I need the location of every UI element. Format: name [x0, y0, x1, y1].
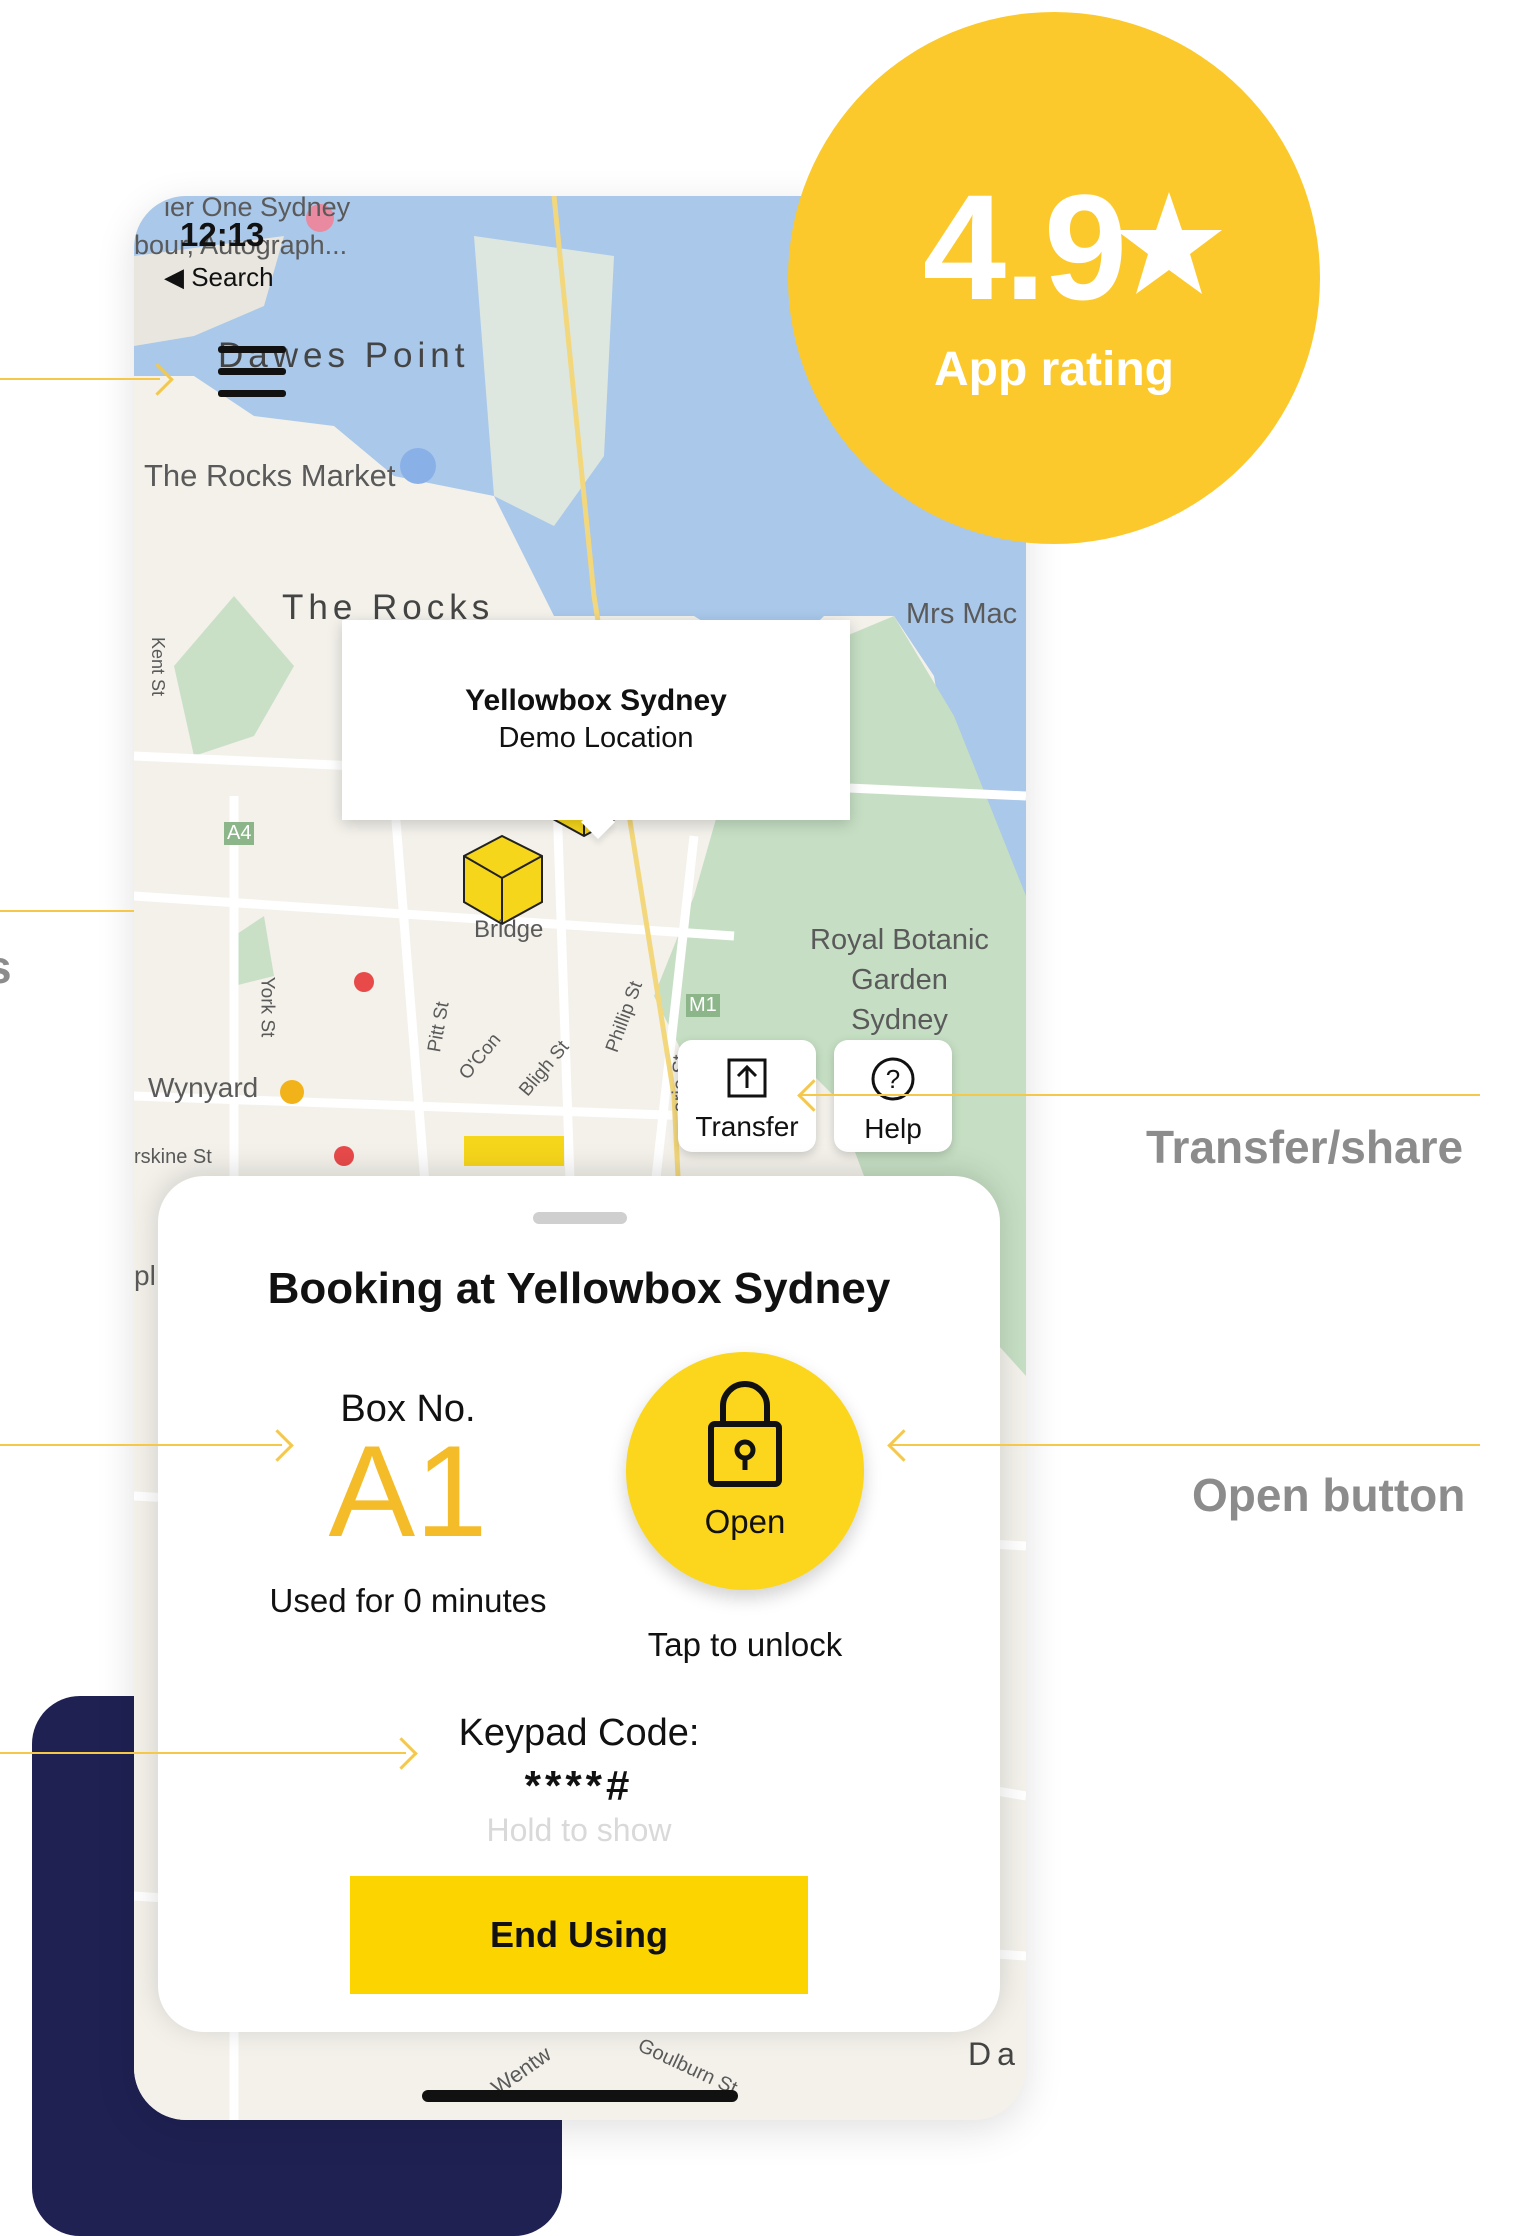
back-to-search[interactable]: ◀ Search [164, 262, 274, 293]
map-label: Wynyard [148, 1072, 259, 1103]
annotation-line [0, 910, 134, 912]
annotation-line [0, 378, 160, 380]
map-label: Kent St [148, 636, 169, 697]
annotation-line [800, 1094, 1480, 1096]
rating-label: App rating [934, 343, 1174, 396]
open-label: Open [704, 1503, 786, 1540]
open-button[interactable]: Open [626, 1352, 864, 1590]
svg-text:?: ? [886, 1064, 900, 1094]
status-time: 12:13 [180, 216, 265, 253]
menu-icon[interactable] [218, 344, 288, 404]
box-number: A1 [328, 1418, 488, 1564]
map-label: York St [256, 976, 278, 1038]
star-icon [1116, 192, 1222, 294]
annotation-line [0, 1752, 406, 1754]
map-label: pl [134, 1260, 156, 1291]
transfer-button[interactable]: Transfer [678, 1040, 816, 1152]
annotation-line [890, 1444, 1480, 1446]
annotation-line [0, 1444, 282, 1446]
annotation-label: Open button [1192, 1469, 1466, 1521]
end-using-button[interactable]: End Using [350, 1876, 808, 1994]
help-button[interactable]: ? Help [834, 1040, 952, 1152]
callout-subtitle: Demo Location [498, 722, 694, 754]
keypad-code[interactable]: ****# [158, 1762, 1000, 1810]
sheet-grabber[interactable] [533, 1212, 627, 1224]
rating-badge: 4.9 App rating [788, 12, 1320, 544]
lock-icon [708, 1381, 782, 1487]
tap-hint: Tap to unlock [647, 1626, 843, 1663]
rating-value: 4.9 [922, 163, 1128, 331]
hold-hint: Hold to show [486, 1812, 672, 1848]
map-label: M1 [686, 994, 720, 1017]
map-label: A4 [224, 822, 255, 845]
keypad-label: Keypad Code: [458, 1712, 700, 1754]
map-label: Da [968, 2036, 1021, 2072]
map-label: Royal Botanic Garden Sydney [810, 924, 989, 1036]
map-label: Bridge [474, 916, 544, 943]
help-label: Help [864, 1113, 922, 1144]
transfer-label: Transfer [695, 1111, 799, 1142]
annotation-label: Transfer/share [1146, 1121, 1464, 1173]
home-indicator [422, 2090, 738, 2102]
map-label: The Rocks Market [144, 458, 396, 493]
usage-duration: Used for 0 minutes [269, 1582, 547, 1619]
map-label: Mrs Mac [906, 598, 1018, 630]
map-label: rskine St [134, 1146, 212, 1168]
callout-title: Yellowbox Sydney [465, 684, 727, 717]
share-icon [727, 1058, 767, 1098]
annotation-label: s [0, 940, 12, 994]
sheet-title: Booking at Yellowbox Sydney [267, 1264, 891, 1313]
booking-sheet: Booking at Yellowbox Sydney Box No. A1 U… [158, 1176, 1000, 2032]
location-callout[interactable]: Yellowbox Sydney Demo Location [342, 620, 850, 820]
